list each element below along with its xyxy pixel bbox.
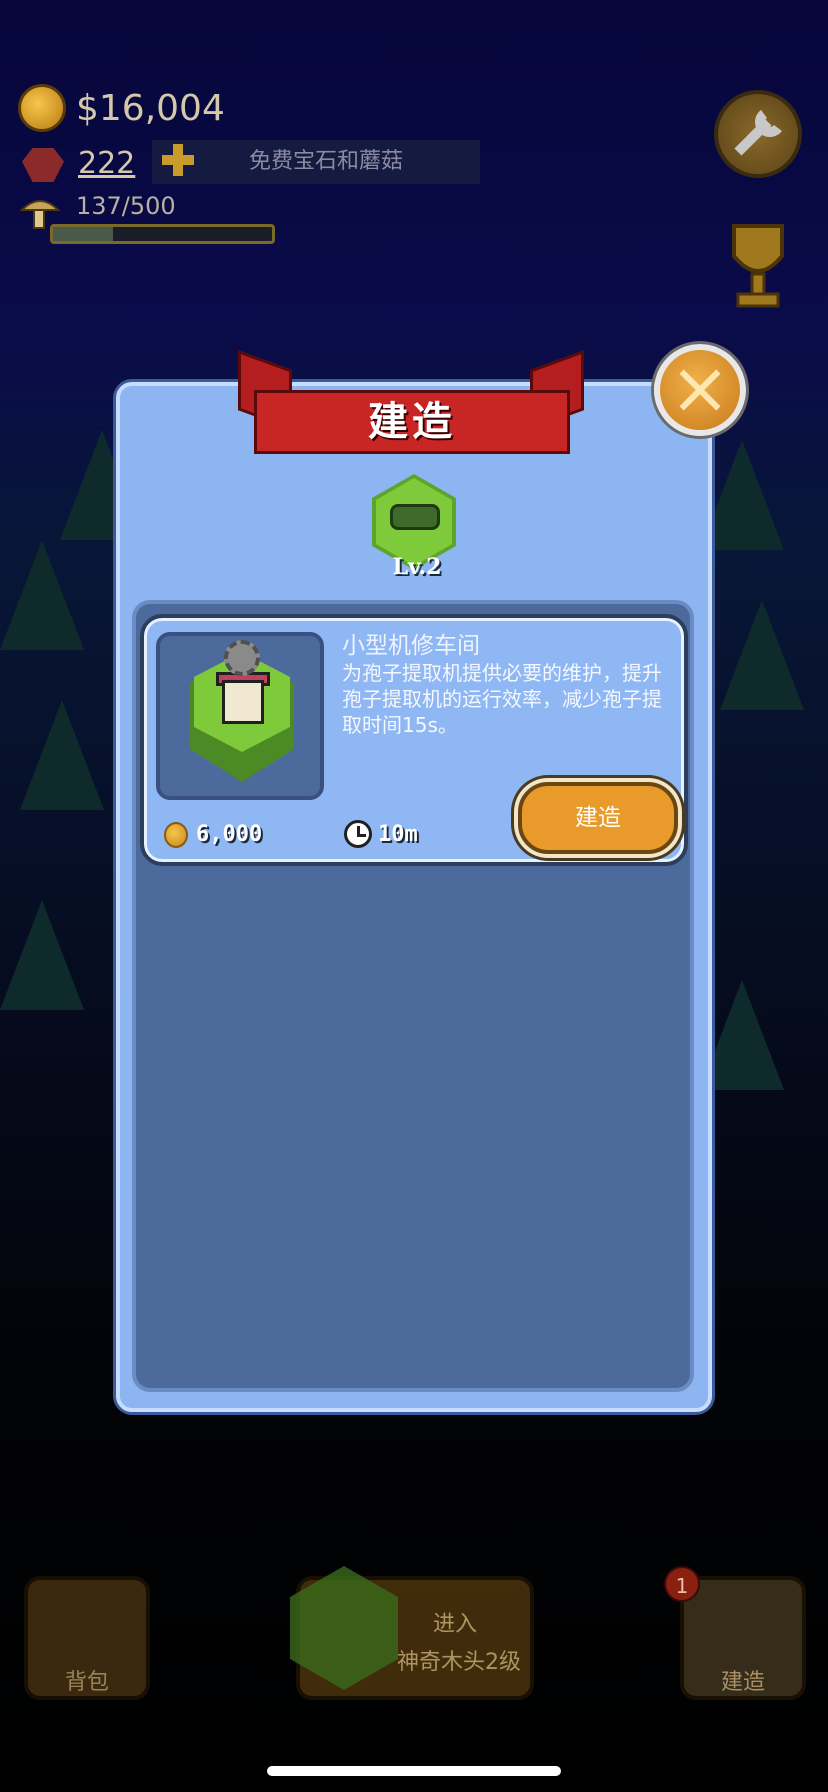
clock-icon — [344, 820, 372, 848]
spore-progress-bar — [50, 224, 275, 244]
backpack-label: 背包 — [64, 1670, 109, 1695]
home-indicator[interactable] — [267, 1766, 561, 1776]
game-scene: $16,004 222 免费宝石和蘑菇 137/500 建造 Lv.2 小型机修… — [0, 0, 828, 1792]
settings-wrench-icon[interactable] — [714, 90, 802, 178]
item-name: 小型机修车间 — [342, 633, 480, 659]
modal-title: 建造 — [368, 399, 456, 445]
enter-label: 进入 — [432, 1612, 477, 1637]
log-icon — [390, 504, 440, 530]
tree-decoration — [20, 700, 104, 810]
spore-progress-fill — [53, 227, 113, 241]
build-button[interactable]: 建造 — [518, 782, 678, 854]
wrench-icon — [734, 110, 782, 156]
coin-icon — [18, 84, 66, 132]
free-gems-button[interactable]: 免费宝石和蘑菇 — [152, 140, 480, 184]
tree-decoration — [0, 900, 84, 1010]
notification-badge: 1 — [664, 1566, 700, 1602]
tree-decoration — [700, 440, 784, 550]
plus-icon[interactable] — [158, 140, 198, 180]
item-description: 为孢子提取机提供必要的维护，提升孢子提取机的运行效率，减少孢子提取时间15s。 — [342, 661, 662, 737]
gear-icon — [224, 640, 260, 676]
tree-decoration — [720, 600, 804, 710]
money-amount: $16,004 — [76, 88, 225, 129]
tree-decoration — [0, 540, 84, 650]
tree-decoration — [700, 980, 784, 1090]
coin-icon — [164, 822, 188, 848]
gem-icon — [22, 148, 64, 182]
gem-count[interactable]: 222 — [78, 146, 135, 181]
build-nav-label: 建造 — [720, 1670, 765, 1695]
trophy-icon[interactable] — [714, 216, 802, 312]
garage-icon — [222, 680, 264, 724]
spore-count: 137/500 — [76, 192, 176, 220]
item-cost: 6,000 — [196, 822, 263, 847]
item-build-time: 10m — [378, 822, 418, 847]
close-button[interactable] — [654, 344, 746, 436]
level-label: Lv.2 — [392, 554, 442, 580]
enter-sublabel: 神奇木头2级 — [397, 1650, 521, 1675]
